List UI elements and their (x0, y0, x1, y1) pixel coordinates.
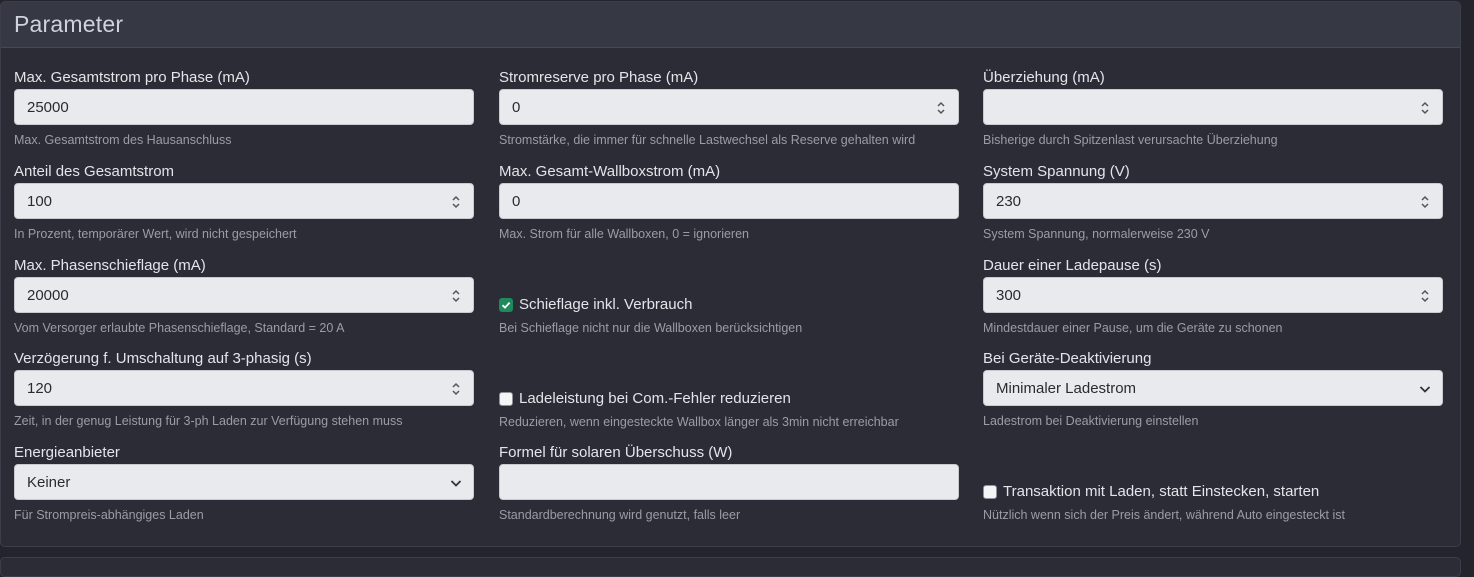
reduce-on-com-error-label: Ladeleistung bei Com.-Fehler reduzieren (519, 390, 791, 407)
max-phase-imbalance-value: 20000 (27, 286, 69, 304)
panel-title: Parameter (14, 11, 124, 37)
label-device-deactivation: Bei Geräte-Deaktivierung (983, 350, 1152, 367)
total-current-share-value: 100 (27, 192, 53, 210)
help-transaction-on-charge: Nützlich wenn sich der Preis ändert, wäh… (983, 508, 1345, 522)
spinner-updown-icon[interactable] (451, 288, 461, 304)
device-deactivation-select[interactable]: Minimaler Ladestrom (983, 370, 1443, 406)
help-current-reserve: Stromstärke, die immer für schnelle Last… (499, 133, 916, 147)
label-overdraw: Überziehung (mA) (983, 69, 1105, 86)
three-phase-delay-value: 120 (27, 379, 53, 397)
label-max-wallbox-current: Max. Gesamt-Wallboxstrom (mA) (499, 163, 721, 180)
help-system-voltage: System Spannung, normalerweise 230 V (983, 227, 1210, 241)
label-three-phase-delay: Verzögerung f. Umschaltung auf 3-phasig … (14, 350, 312, 367)
spinner-updown-icon[interactable] (1420, 194, 1430, 210)
solar-formula-input[interactable] (499, 464, 959, 500)
total-current-share-input[interactable]: 100 (14, 183, 474, 219)
help-three-phase-delay: Zeit, in der genug Leistung für 3-ph Lad… (14, 414, 403, 428)
max-total-current-value: 25000 (27, 98, 69, 116)
help-overdraw: Bisherige durch Spitzenlast verursachte … (983, 133, 1278, 147)
help-max-wallbox-current: Max. Strom für alle Wallboxen, 0 = ignor… (499, 227, 749, 241)
transaction-on-charge-checkbox[interactable] (983, 484, 997, 499)
label-charge-pause-duration: Dauer einer Ladepause (s) (983, 257, 1162, 274)
help-device-deactivation: Ladestrom bei Deaktivierung einstellen (983, 414, 1199, 428)
label-max-total-current: Max. Gesamtstrom pro Phase (mA) (14, 69, 250, 86)
max-phase-imbalance-input[interactable]: 20000 (14, 277, 474, 313)
panel-header: Parameter (1, 2, 1460, 48)
transaction-on-charge-toggle[interactable]: Transaktion mit Laden, statt Einstecken,… (983, 483, 1319, 500)
spinner-updown-icon[interactable] (451, 194, 461, 210)
transaction-on-charge-label: Transaktion mit Laden, statt Einstecken,… (1003, 483, 1320, 500)
current-reserve-input[interactable]: 0 (499, 89, 959, 125)
max-wallbox-current-input[interactable]: 0 (499, 183, 959, 219)
help-total-current-share: In Prozent, temporärer Wert, wird nicht … (14, 227, 297, 241)
label-current-reserve: Stromreserve pro Phase (mA) (499, 69, 699, 86)
energy-provider-select[interactable]: Keiner (14, 464, 474, 500)
max-wallbox-current-value: 0 (512, 192, 521, 210)
help-charge-pause-duration: Mindestdauer einer Pause, um die Geräte … (983, 321, 1283, 335)
help-reduce-on-com-error: Reduzieren, wenn eingesteckte Wallbox lä… (499, 415, 899, 429)
reduce-on-com-error-toggle[interactable]: Ladeleistung bei Com.-Fehler reduzieren (499, 390, 791, 407)
spinner-updown-icon[interactable] (451, 381, 461, 397)
help-imbalance-incl-consumption: Bei Schieflage nicht nur die Wallboxen b… (499, 321, 803, 335)
max-total-current-input[interactable]: 25000 (14, 89, 474, 125)
help-solar-formula: Standardberechnung wird genutzt, falls l… (499, 508, 741, 522)
chevron-down-icon (450, 480, 462, 487)
chevron-down-icon (1419, 386, 1431, 393)
checkmark-icon (501, 301, 511, 309)
spinner-updown-icon[interactable] (1420, 288, 1430, 304)
label-total-current-share: Anteil des Gesamtstrom (14, 163, 175, 180)
help-max-total-current: Max. Gesamtstrom des Hausanschluss (14, 133, 232, 147)
imbalance-incl-consumption-checkbox[interactable] (499, 297, 513, 312)
next-panel (0, 557, 1461, 577)
charge-pause-duration-input[interactable]: 300 (983, 277, 1443, 313)
label-energy-provider: Energieanbieter (14, 444, 120, 461)
reduce-on-com-error-checkbox[interactable] (499, 391, 513, 406)
system-voltage-input[interactable]: 230 (983, 183, 1443, 219)
parameter-panel: Parameter Max. Gesamtstrom pro Phase (mA… (0, 1, 1461, 547)
help-max-phase-imbalance: Vom Versorger erlaubte Phasenschieflage,… (14, 321, 345, 335)
imbalance-incl-consumption-label: Schieflage inkl. Verbrauch (519, 296, 693, 313)
three-phase-delay-input[interactable]: 120 (14, 370, 474, 406)
device-deactivation-value: Minimaler Ladestrom (996, 379, 1137, 397)
charge-pause-duration-value: 300 (996, 286, 1022, 304)
label-solar-formula: Formel für solaren Überschuss (W) (499, 444, 733, 461)
label-max-phase-imbalance: Max. Phasenschieflage (mA) (14, 257, 206, 274)
energy-provider-value: Keiner (27, 473, 71, 491)
current-reserve-value: 0 (512, 98, 521, 116)
help-energy-provider: Für Strompreis-abhängiges Laden (14, 508, 204, 522)
spinner-updown-icon[interactable] (1420, 100, 1430, 116)
imbalance-incl-consumption-toggle[interactable]: Schieflage inkl. Verbrauch (499, 296, 692, 313)
overdraw-input[interactable] (983, 89, 1443, 125)
system-voltage-value: 230 (996, 192, 1022, 210)
spinner-updown-icon[interactable] (936, 100, 946, 116)
label-system-voltage: System Spannung (V) (983, 163, 1130, 180)
